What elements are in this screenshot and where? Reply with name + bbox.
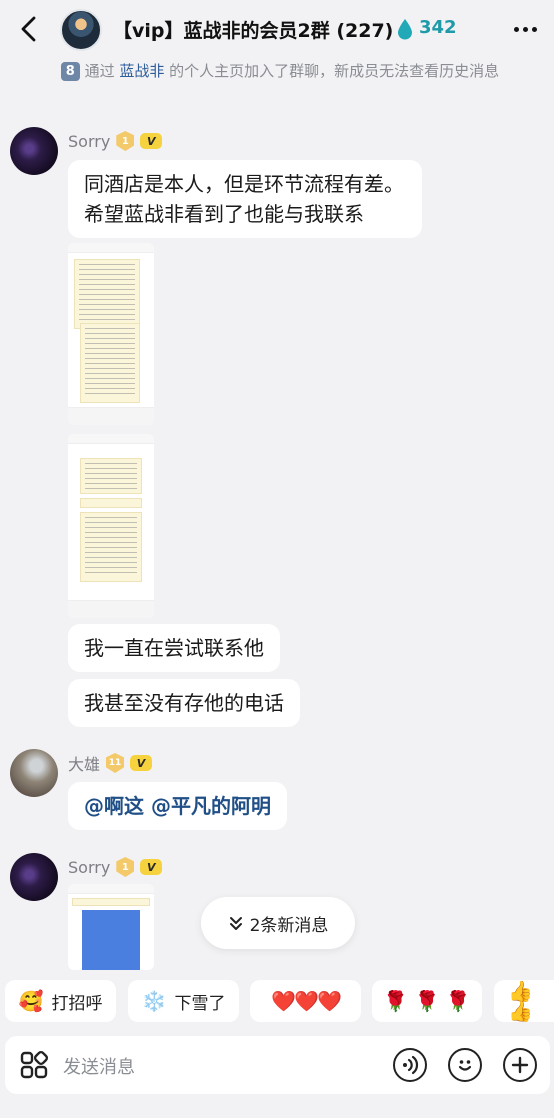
quick-reply-chip[interactable]: ❄️ 下雪了	[128, 980, 239, 1022]
new-messages-button[interactable]: 2条新消息	[201, 897, 355, 949]
avatar[interactable]	[10, 749, 58, 797]
new-messages-label: 2条新消息	[249, 915, 329, 936]
fan-level-badge: 11	[106, 753, 125, 773]
emoji-button[interactable]	[448, 1048, 482, 1082]
quick-reply-label: 下雪了	[174, 993, 226, 1014]
message-text-line: 希望蓝战非看到了也能与我联系	[84, 202, 364, 226]
double-chevron-down-icon	[229, 917, 242, 930]
hearts-icon: ❤️❤️❤️	[271, 989, 342, 1013]
vip-badge: V	[140, 859, 163, 875]
quick-reply-chip[interactable]: ❤️❤️❤️	[250, 980, 361, 1022]
voice-button[interactable]	[393, 1048, 427, 1082]
fan-level-badge: 1	[116, 857, 135, 877]
message-bubble[interactable]: @啊这 @平凡的阿明	[68, 782, 287, 830]
sender-row: 大雄 11 V	[68, 751, 153, 775]
avatar[interactable]	[10, 127, 58, 175]
message-bubble[interactable]: 同酒店是本人，但是环节流程有差。 希望蓝战非看到了也能与我联系	[68, 160, 422, 238]
chevron-left-icon	[21, 16, 36, 42]
vip-badge: V	[130, 755, 153, 771]
quick-reply-label: 打招呼	[51, 993, 103, 1014]
back-button[interactable]	[14, 14, 42, 44]
message-text-line: 同酒店是本人，但是环节流程有差。	[84, 172, 404, 196]
chat-header: 【vip】蓝战非的会员2群 (227) 342	[0, 0, 554, 58]
sender-name[interactable]: Sorry	[68, 132, 110, 151]
notice-prefix: 通过	[84, 62, 115, 80]
notice-user-link[interactable]: 蓝战非	[119, 62, 164, 80]
group-avatar[interactable]	[60, 9, 102, 51]
message-input[interactable]: 发送消息	[63, 1053, 135, 1079]
apps-grid-icon[interactable]	[19, 1050, 49, 1080]
mention-text[interactable]: @啊这 @平凡的阿明	[84, 794, 271, 818]
more-options-button[interactable]	[510, 16, 540, 42]
sender-name[interactable]: Sorry	[68, 858, 110, 877]
fan-value-count[interactable]: 342	[419, 17, 457, 38]
water-drop-icon	[398, 19, 412, 40]
smiley-icon	[458, 1060, 472, 1071]
quick-reply-chip[interactable]: 🥰 打招呼	[5, 980, 116, 1022]
fan-level-badge: 1	[116, 131, 135, 151]
chat-screenshot-image[interactable]	[68, 884, 154, 970]
sender-name[interactable]: 大雄	[68, 751, 100, 775]
message-text: 我甚至没有存他的电话	[84, 691, 284, 715]
plus-icon	[511, 1056, 529, 1074]
chat-screenshot-image[interactable]	[68, 243, 154, 425]
sender-row: Sorry 1 V	[68, 856, 163, 878]
avatar[interactable]	[10, 853, 58, 901]
message-bubble[interactable]: 我甚至没有存他的电话	[68, 679, 300, 727]
message-bubble[interactable]: 我一直在尝试联系他	[68, 624, 280, 672]
vip-badge: V	[140, 133, 163, 149]
level-badge: 8	[60, 62, 80, 81]
group-title[interactable]: 【vip】蓝战非的会员2群 (227)	[113, 16, 393, 43]
join-notice: 8 通过 蓝战非 的个人主页加入了群聊，新成员无法查看历史消息	[60, 60, 500, 83]
message-text: 我一直在尝试联系他	[84, 636, 264, 660]
quick-reply-chip[interactable]: 🌹 🌹 🌹	[372, 980, 482, 1022]
chat-screenshot-image[interactable]	[68, 434, 154, 618]
add-button[interactable]	[503, 1048, 537, 1082]
voice-wave-icon	[403, 1055, 419, 1075]
snowflake-icon: ❄️	[141, 989, 167, 1013]
roses-icon: 🌹 🌹 🌹	[383, 989, 471, 1013]
notice-suffix: 的个人主页加入了群聊，新成员无法查看历史消息	[169, 62, 500, 80]
sender-row: Sorry 1 V	[68, 130, 163, 152]
message-input-bar: 发送消息	[5, 1036, 550, 1094]
smiling-face-icon: 🥰	[18, 989, 44, 1013]
quick-reply-chip[interactable]: 👍👍	[494, 980, 554, 1022]
thumbs-up-icon: 👍👍	[508, 979, 533, 1023]
